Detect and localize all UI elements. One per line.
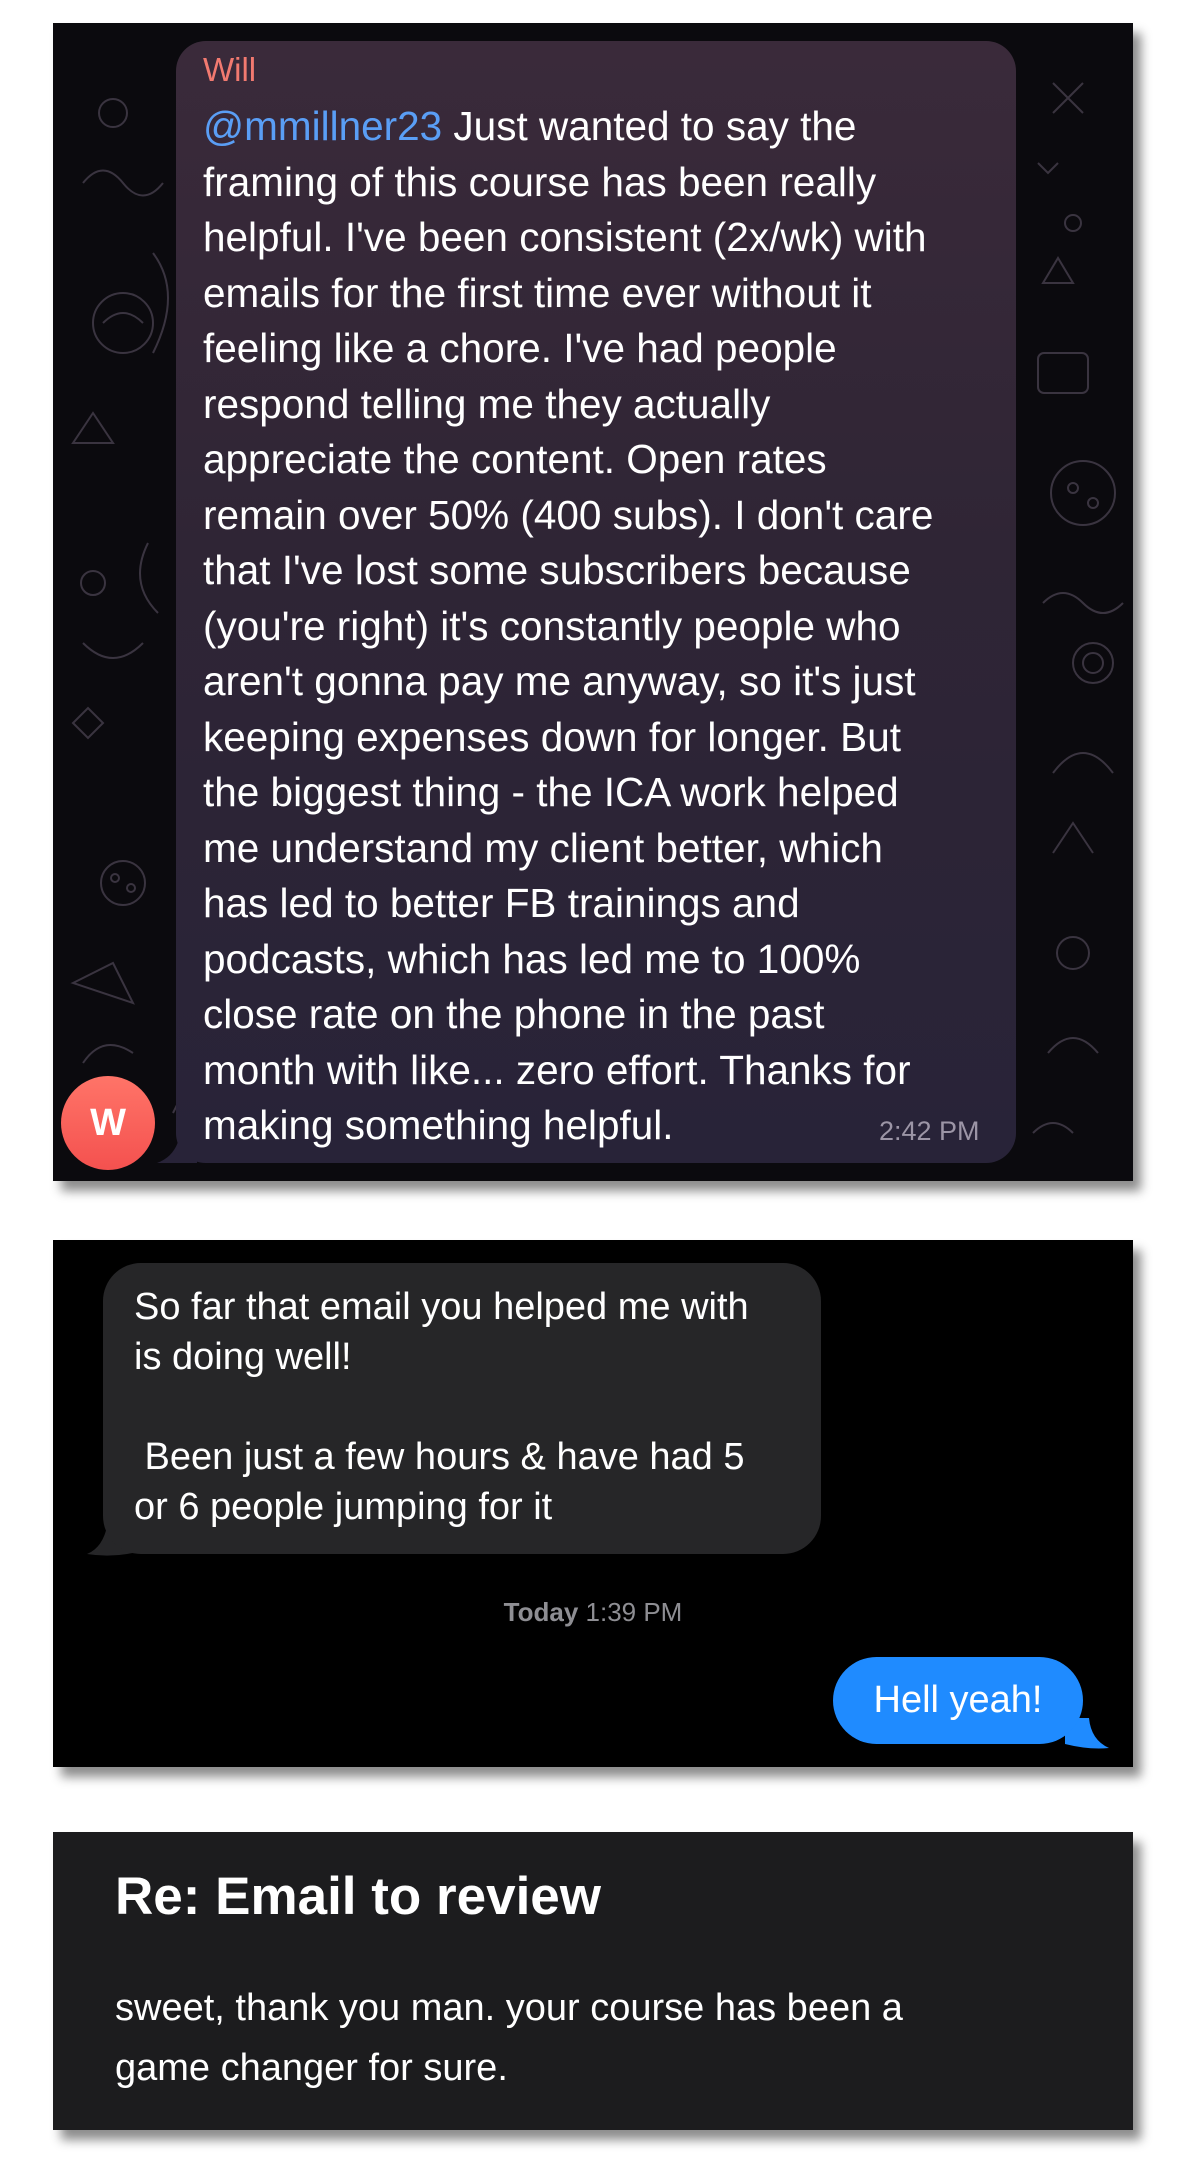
message-line: making something helpful. bbox=[203, 1102, 674, 1148]
telegram-chat-screenshot: Will @mmillner23 Just wanted to say the … bbox=[53, 23, 1133, 1181]
message-line: remain over 50% (400 subs). I don't care bbox=[203, 491, 934, 538]
message-line: So far that email you helped me with bbox=[134, 1286, 749, 1328]
avatar-initial: W bbox=[90, 1101, 126, 1144]
message-line: appreciate the content. Open rates bbox=[203, 436, 827, 482]
message-line: podcasts, which has led me to 100% bbox=[203, 935, 861, 982]
avatar[interactable]: W bbox=[61, 1076, 155, 1170]
email-body-line: game changer for sure. bbox=[115, 2047, 508, 2089]
timestamp-time: 1:39 PM bbox=[585, 1597, 683, 1627]
email-subject: Re: Email to review bbox=[115, 1867, 602, 1926]
message-line: Been just a few hours & have had 5 bbox=[134, 1436, 745, 1478]
email-body-line: sweet, thank you man. your course has be… bbox=[115, 1987, 903, 2029]
message-line: helpful. I've been consistent (2x/wk) wi… bbox=[203, 214, 927, 260]
message-line: that I've lost some subscribers because bbox=[203, 547, 911, 593]
message-line: close rate on the phone in the past bbox=[203, 991, 825, 1037]
timestamp-day: Today bbox=[503, 1597, 579, 1627]
message-line: framing of this course has been really bbox=[203, 158, 877, 205]
email-screenshot: Re: Email to review sweet, thank you man… bbox=[53, 1832, 1133, 2130]
message-time: 2:42 PM bbox=[879, 1116, 980, 1146]
message-line: or 6 people jumping for it bbox=[134, 1486, 553, 1528]
message-line: has led to better FB trainings and bbox=[203, 880, 800, 926]
message-line: aren't gonna pay me anyway, so it's just bbox=[203, 658, 916, 704]
message-line: feeling like a chore. I've had people bbox=[203, 325, 837, 371]
message-line: keeping expenses down for longer. But bbox=[203, 713, 901, 760]
message-line: the biggest thing - the ICA work helped bbox=[203, 769, 899, 815]
telegram-message-text: @mmillner23 Just wanted to say the frami… bbox=[203, 99, 1003, 1154]
message-line: Just wanted to say the bbox=[442, 103, 857, 149]
message-line: respond telling me they actually bbox=[203, 380, 771, 427]
sent-message-text: Hell yeah! bbox=[873, 1679, 1043, 1721]
message-line: emails for the first time ever without i… bbox=[203, 269, 872, 316]
conversation-timestamp: Today 1:39 PM bbox=[53, 1597, 1133, 1628]
imessage-chat-screenshot: So far that email you helped me with is … bbox=[53, 1240, 1133, 1767]
message-line: month with like... zero effort. Thanks f… bbox=[203, 1046, 911, 1093]
user-mention-link[interactable]: @mmillner23 bbox=[203, 103, 442, 149]
sender-name[interactable]: Will bbox=[203, 51, 256, 89]
received-message-text: So far that email you helped me with is … bbox=[134, 1282, 814, 1532]
message-line: me understand my client better, which bbox=[203, 824, 883, 871]
email-body: sweet, thank you man. your course has be… bbox=[115, 1978, 1075, 2098]
message-line: is doing well! bbox=[134, 1336, 352, 1378]
message-line: (you're right) it's constantly people wh… bbox=[203, 602, 901, 649]
